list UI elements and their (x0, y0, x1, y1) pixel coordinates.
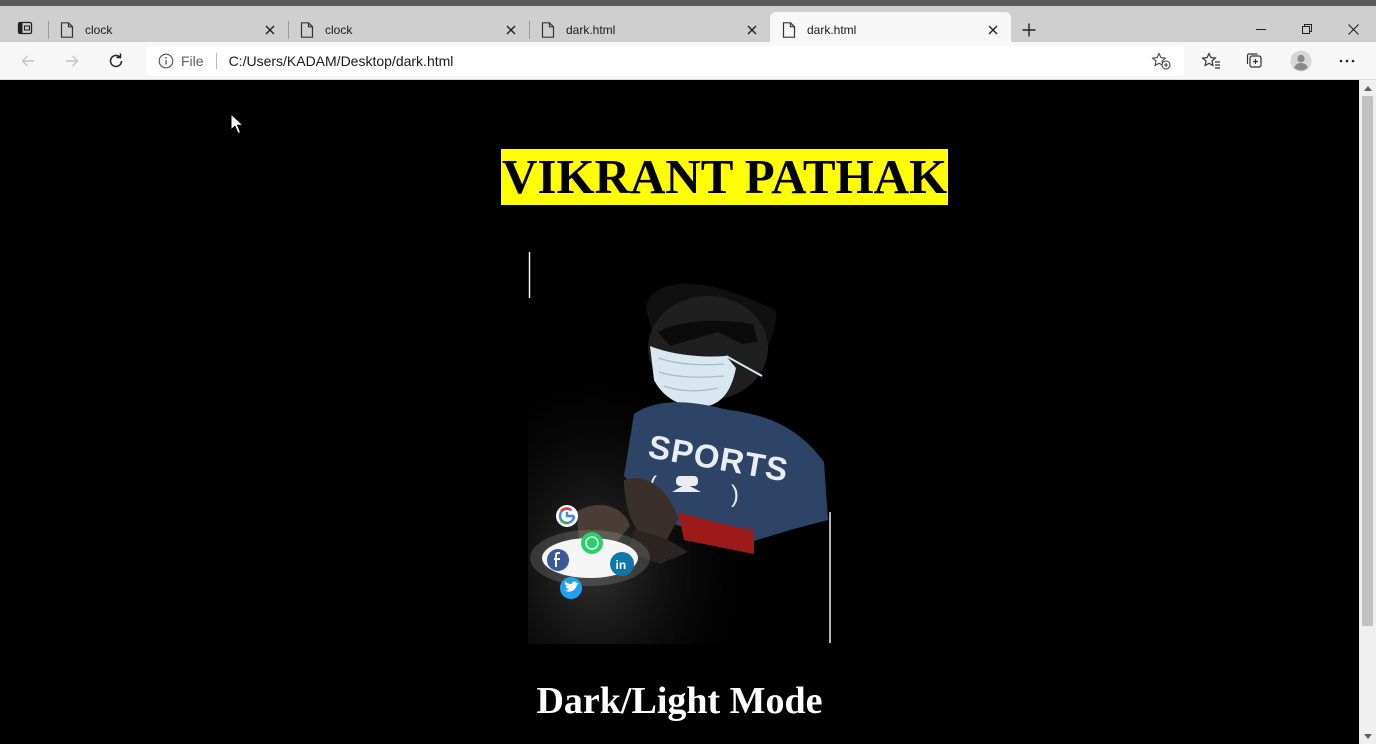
minimize-icon[interactable] (1238, 12, 1284, 46)
window-close-icon[interactable] (1330, 12, 1376, 46)
close-icon[interactable] (985, 22, 1001, 38)
profile-photo: SPORTS ( ) in (528, 250, 832, 644)
address-bar[interactable]: File C:/Users/KADAM/Desktop/dark.html (146, 46, 1184, 76)
svg-text:in: in (616, 558, 627, 572)
page-icon (541, 22, 555, 38)
google-icon (556, 505, 578, 527)
page-icon (60, 22, 74, 38)
collections-icon[interactable] (1239, 46, 1271, 76)
info-icon[interactable] (158, 53, 174, 69)
scheme-label: File (181, 53, 204, 69)
tab-title: clock (325, 23, 353, 37)
tab-title: clock (85, 23, 113, 37)
tab-actions-icon[interactable] (8, 16, 42, 40)
tab-title: dark.html (566, 23, 616, 37)
page-content: VIKRANT PATHAK SPORTS ( ) (0, 80, 1359, 744)
whatsapp-icon (581, 532, 603, 554)
tab-strip: clock clock dark.html dark.html (0, 0, 1376, 48)
vertical-scrollbar[interactable] (1359, 80, 1376, 744)
page-icon (300, 22, 314, 38)
close-icon[interactable] (503, 22, 519, 38)
mouse-cursor-icon (230, 113, 244, 135)
address-divider (215, 53, 217, 69)
refresh-icon[interactable] (100, 46, 132, 76)
browser-toolbar: File C:/Users/KADAM/Desktop/dark.html (0, 42, 1376, 80)
tab-title: dark.html (807, 23, 857, 37)
scroll-up-icon[interactable] (1359, 80, 1376, 96)
back-icon[interactable] (12, 46, 44, 76)
url-text[interactable]: C:/Users/KADAM/Desktop/dark.html (229, 53, 1146, 69)
mode-heading: Dark/Light Mode (536, 680, 823, 722)
profile-icon[interactable] (1285, 46, 1317, 76)
twitter-icon (560, 577, 582, 599)
close-icon[interactable] (262, 22, 278, 38)
scroll-down-icon[interactable] (1359, 728, 1376, 744)
page-icon (782, 22, 796, 38)
svg-text:): ) (731, 481, 739, 508)
add-favorite-icon[interactable] (1146, 48, 1176, 74)
new-tab-icon[interactable] (1016, 18, 1042, 42)
name-heading: VIKRANT PATHAK (501, 149, 949, 205)
facebook-icon (547, 549, 569, 571)
favorites-icon[interactable] (1195, 46, 1227, 76)
linkedin-icon: in (610, 552, 634, 576)
scrollbar-thumb[interactable] (1362, 96, 1373, 626)
forward-icon[interactable] (56, 46, 88, 76)
more-icon[interactable] (1331, 46, 1363, 76)
restore-icon[interactable] (1284, 12, 1330, 46)
close-icon[interactable] (744, 22, 760, 38)
